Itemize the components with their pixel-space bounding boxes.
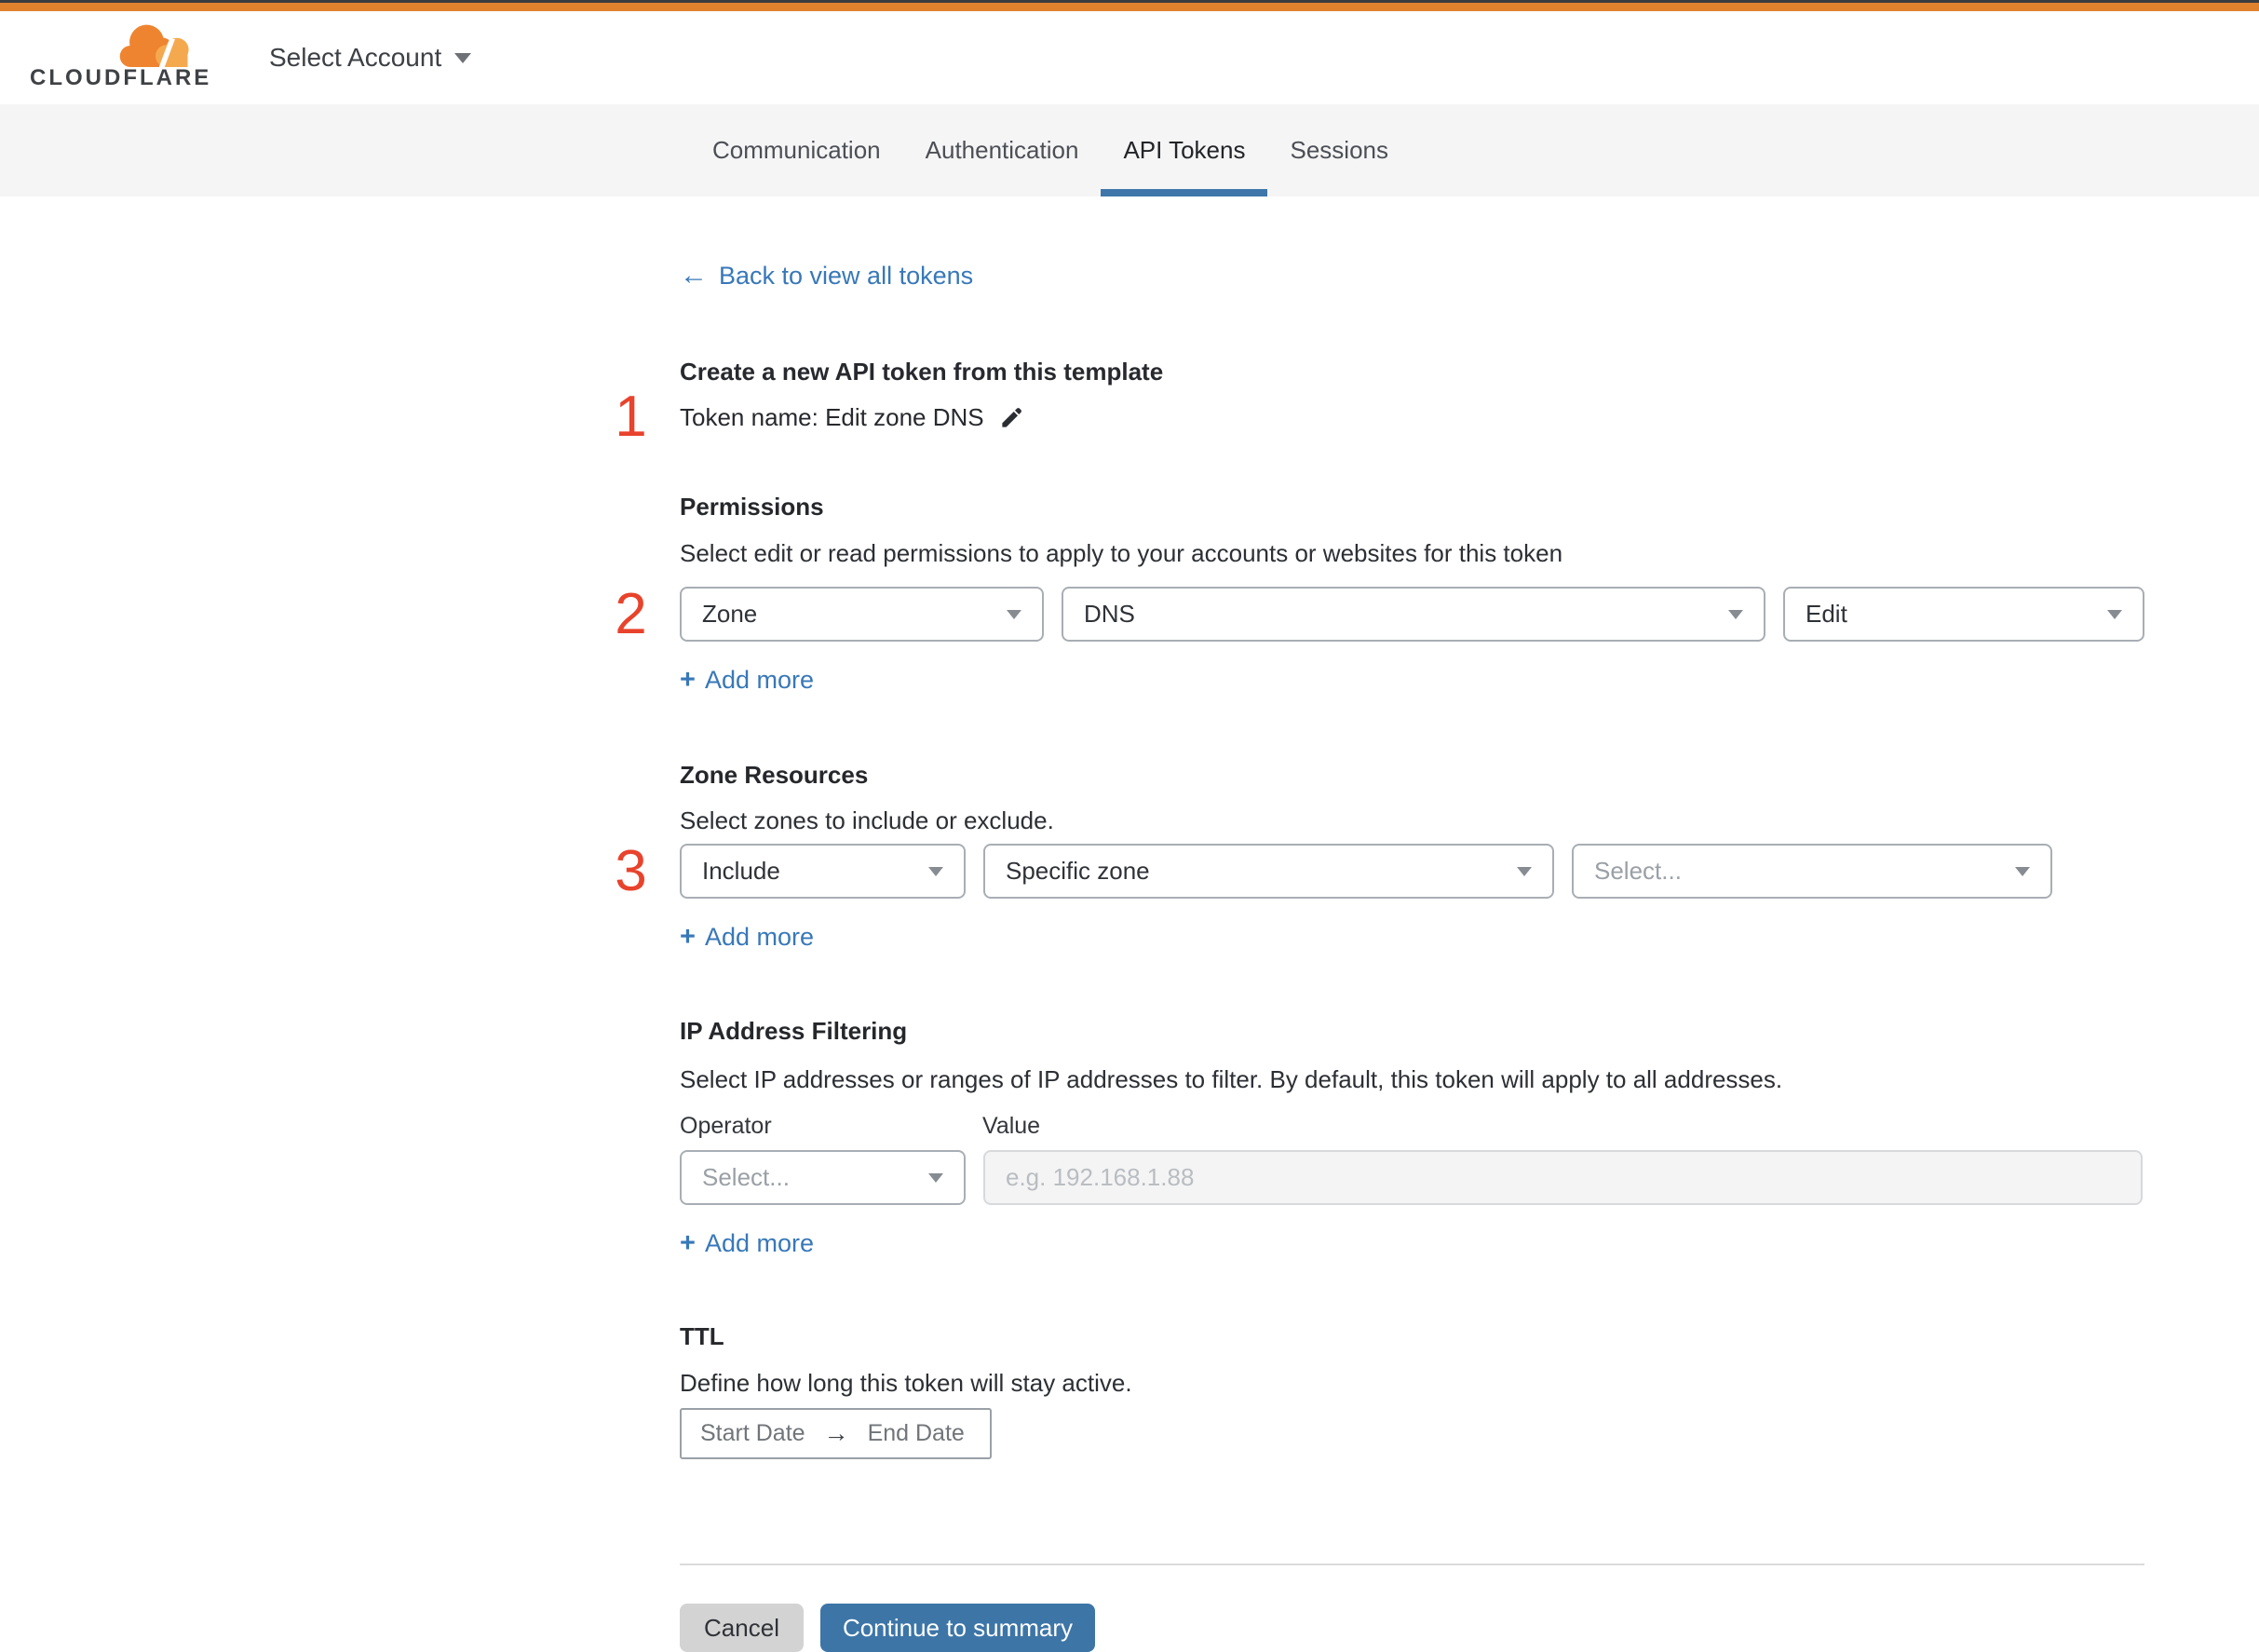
tab-sessions[interactable]: Sessions: [1267, 104, 1411, 196]
plus-icon: +: [680, 1228, 696, 1258]
chevron-down-icon: [1517, 866, 1532, 876]
account-selector-label: Select Account: [269, 43, 442, 72]
add-more-label: Add more: [704, 1229, 814, 1257]
start-date-label: Start Date: [700, 1420, 805, 1446]
ip-operator-placeholder: Select...: [702, 1163, 790, 1191]
tab-bar: Communication Authentication API Tokens …: [0, 104, 2259, 196]
ip-filtering-section: IP Address Filtering Select IP addresses…: [680, 1016, 2144, 1258]
step-number-2: 2: [615, 581, 647, 646]
arrow-right-icon: →: [823, 1419, 849, 1447]
tab-communication[interactable]: Communication: [690, 104, 903, 196]
permission-service-select[interactable]: DNS: [1062, 587, 1765, 642]
chevron-down-icon: [928, 1172, 943, 1183]
ip-filtering-row: Select...: [680, 1150, 2144, 1205]
permissions-description: Select edit or read permissions to apply…: [680, 539, 1563, 567]
back-to-tokens-link[interactable]: ← Back to view all tokens: [680, 261, 973, 291]
permission-access-value: Edit: [1806, 600, 1847, 628]
zone-resources-description: Select zones to include or exclude.: [680, 806, 1054, 834]
chevron-down-icon: [2107, 609, 2122, 619]
permission-service-value: DNS: [1084, 600, 1135, 628]
ip-filtering-labels: Operator Value: [680, 1112, 2144, 1140]
step-number-1: 1: [615, 385, 647, 449]
add-more-label: Add more: [704, 666, 814, 694]
token-name-text: Token name: Edit zone DNS: [680, 402, 984, 431]
zone-resources-add-more-link[interactable]: + Add more: [680, 922, 814, 952]
step-number-3: 3: [615, 838, 647, 903]
zone-type-select[interactable]: Specific zone: [983, 844, 1554, 899]
permissions-row: 2 Zone DNS Edit: [615, 585, 2144, 643]
ip-filtering-add-more-link[interactable]: + Add more: [680, 1228, 814, 1258]
ttl-date-range-picker[interactable]: Start Date → End Date: [680, 1408, 992, 1459]
tab-api-tokens[interactable]: API Tokens: [1101, 104, 1268, 196]
chevron-down-icon: [928, 866, 943, 876]
permission-access-select[interactable]: Edit: [1783, 587, 2144, 642]
permissions-title: Permissions: [680, 493, 824, 521]
back-link-label: Back to view all tokens: [719, 262, 974, 290]
account-selector[interactable]: Select Account: [269, 43, 472, 73]
chevron-down-icon: [1728, 609, 1743, 619]
ip-filtering-title: IP Address Filtering: [680, 1017, 908, 1045]
zone-picker-placeholder: Select...: [1594, 857, 1682, 885]
continue-to-summary-button[interactable]: Continue to summary: [820, 1604, 1095, 1652]
footer-actions: Cancel Continue to summary: [680, 1604, 2144, 1652]
ip-value-input[interactable]: [983, 1150, 2143, 1205]
template-intro-section: Create a new API token from this templat…: [615, 357, 2144, 446]
permission-scope-select[interactable]: Zone: [680, 587, 1044, 642]
zone-operator-select[interactable]: Include: [680, 844, 966, 899]
cloudflare-cloud-icon: [119, 24, 189, 69]
cancel-button[interactable]: Cancel: [680, 1604, 804, 1652]
chevron-down-icon: [2015, 866, 2030, 876]
zone-operator-value: Include: [702, 857, 780, 885]
back-arrow-icon: ←: [680, 260, 708, 291]
token-template-form: ← Back to view all tokens Create a new A…: [615, 196, 2144, 1652]
ttl-description: Define how long this token will stay act…: [680, 1369, 1132, 1397]
add-more-label: Add more: [704, 923, 814, 951]
template-title: Create a new API token from this templat…: [680, 358, 1164, 386]
zone-type-value: Specific zone: [1006, 857, 1150, 885]
permissions-add-more-link[interactable]: + Add more: [680, 665, 814, 695]
zone-picker-select[interactable]: Select...: [1572, 844, 2052, 899]
zone-resources-row: 3 Include Specific zone Select...: [615, 842, 2144, 900]
tab-authentication[interactable]: Authentication: [903, 104, 1102, 196]
token-name-line: 1 Token name: Edit zone DNS: [615, 388, 2144, 446]
ttl-title: TTL: [680, 1322, 724, 1350]
plus-icon: +: [680, 665, 696, 695]
end-date-label: End Date: [867, 1420, 965, 1446]
zone-resources-title: Zone Resources: [680, 761, 869, 789]
app-header: CLOUDFLARE Select Account: [0, 11, 2259, 104]
tab-group: Communication Authentication API Tokens …: [690, 104, 1411, 196]
permissions-section: Permissions Select edit or read permissi…: [615, 492, 2144, 695]
permission-scope-value: Zone: [702, 600, 758, 628]
edit-pencil-icon[interactable]: [999, 405, 1024, 430]
zone-resources-section: Zone Resources Select zones to include o…: [615, 760, 2144, 952]
ip-operator-select[interactable]: Select...: [680, 1150, 966, 1205]
plus-icon: +: [680, 922, 696, 952]
brand-accent-bar: [0, 3, 2259, 11]
operator-label: Operator: [680, 1113, 772, 1139]
footer-divider: [680, 1564, 2144, 1565]
ttl-section: TTL Define how long this token will stay…: [680, 1321, 2144, 1459]
value-label: Value: [982, 1113, 1041, 1139]
ip-filtering-description: Select IP addresses or ranges of IP addr…: [680, 1065, 1783, 1093]
chevron-down-icon: [1007, 609, 1021, 619]
cloudflare-wordmark: CLOUDFLARE: [30, 65, 212, 90]
chevron-down-icon: [454, 52, 472, 63]
cloudflare-logo: CLOUDFLARE: [30, 24, 211, 91]
